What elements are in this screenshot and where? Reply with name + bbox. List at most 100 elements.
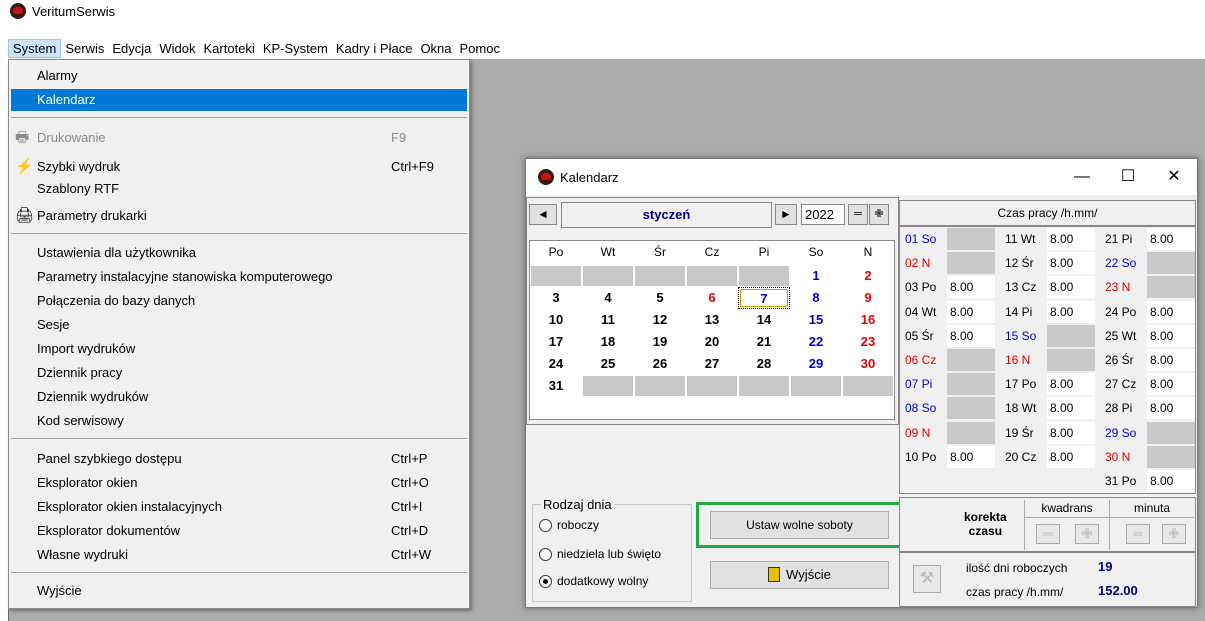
kwadrans-plus-button[interactable]: ✙ bbox=[1075, 524, 1099, 544]
menu-item-drukowanie[interactable]: 🖶 Drukowanie F9 bbox=[11, 127, 467, 149]
radio-niedziela[interactable]: niedziela lub święto bbox=[539, 547, 661, 561]
menu-item-eksplorator-dok[interactable]: Eksplorator dokumentów Ctrl+D bbox=[11, 520, 467, 542]
menu-okna[interactable]: Okna bbox=[416, 39, 455, 58]
czas-hours-cell[interactable]: 8.00 bbox=[1147, 228, 1195, 250]
day-cell[interactable]: 12 bbox=[634, 309, 686, 331]
menu-kartoteki[interactable]: Kartoteki bbox=[200, 39, 259, 58]
czas-hours-cell[interactable]: 8.00 bbox=[1147, 470, 1195, 492]
day-cell[interactable]: 4 bbox=[582, 287, 634, 309]
menu-item-param-inst[interactable]: Parametry instalacyjne stanowiska komput… bbox=[11, 266, 467, 288]
day-cell[interactable]: 15 bbox=[790, 309, 842, 331]
czas-hours-cell[interactable] bbox=[947, 349, 995, 371]
czas-hours-cell[interactable]: 8.00 bbox=[1147, 349, 1195, 371]
day-cell[interactable]: 6 bbox=[686, 287, 738, 309]
czas-hours-cell[interactable]: 8.00 bbox=[1047, 228, 1095, 250]
radio-roboczy[interactable]: roboczy bbox=[539, 518, 599, 532]
menu-system[interactable]: System bbox=[8, 38, 62, 58]
menu-item-wlasne[interactable]: Własne wydruki Ctrl+W bbox=[11, 544, 467, 566]
menu-item-kalendarz[interactable]: Kalendarz bbox=[11, 89, 467, 111]
ustaw-wolne-soboty-button[interactable]: Ustaw wolne soboty bbox=[710, 511, 889, 539]
menu-item-polaczenia[interactable]: Połączenia do bazy danych bbox=[11, 290, 467, 312]
czas-hours-cell[interactable] bbox=[1147, 421, 1195, 444]
czas-hours-cell[interactable] bbox=[1047, 349, 1095, 371]
day-cell[interactable]: 9 bbox=[842, 287, 894, 309]
czas-hours-cell[interactable] bbox=[1047, 324, 1095, 347]
menu-widok[interactable]: Widok bbox=[155, 39, 199, 58]
day-cell[interactable]: 20 bbox=[686, 331, 738, 353]
year-plus-button[interactable]: ✙ bbox=[869, 204, 889, 225]
czas-hours-cell[interactable]: 8.00 bbox=[1047, 421, 1095, 444]
day-cell[interactable]: 25 bbox=[582, 353, 634, 375]
day-cell[interactable]: 14 bbox=[738, 309, 790, 331]
czas-hours-cell[interactable]: 8.00 bbox=[1147, 397, 1195, 420]
czas-hours-cell[interactable]: 8.00 bbox=[1047, 252, 1095, 275]
day-cell[interactable]: 31 bbox=[530, 375, 582, 397]
czas-hours-cell[interactable] bbox=[947, 421, 995, 444]
year-field[interactable]: 2022 bbox=[801, 204, 845, 225]
day-cell[interactable]: 18 bbox=[582, 331, 634, 353]
day-cell[interactable]: 26 bbox=[634, 353, 686, 375]
czas-hours-cell[interactable]: 8.00 bbox=[1147, 373, 1195, 396]
czas-hours-cell[interactable]: 8.00 bbox=[1047, 445, 1095, 468]
menu-kp-system[interactable]: KP-System bbox=[259, 39, 332, 58]
czas-hours-cell[interactable] bbox=[947, 252, 995, 275]
day-cell[interactable]: 30 bbox=[842, 353, 894, 375]
menu-pomoc[interactable]: Pomoc bbox=[456, 39, 504, 58]
menu-item-panel[interactable]: Panel szybkiego dostępu Ctrl+P bbox=[11, 448, 467, 470]
day-cell[interactable]: 3 bbox=[530, 287, 582, 309]
menu-item-kod-serwisowy[interactable]: Kod serwisowy bbox=[11, 410, 467, 432]
czas-hours-cell[interactable]: 8.00 bbox=[947, 445, 995, 468]
czas-hours-cell[interactable]: 8.00 bbox=[1047, 276, 1095, 299]
kwadrans-minus-button[interactable]: ═ bbox=[1036, 524, 1060, 544]
menu-item-eksplorator-inst[interactable]: Eksplorator okien instalacyjnych Ctrl+I bbox=[11, 496, 467, 518]
menu-item-ustawienia[interactable]: Ustawienia dla użytkownika bbox=[11, 242, 467, 264]
czas-hours-cell[interactable] bbox=[947, 373, 995, 396]
maximize-button[interactable]: ☐ bbox=[1105, 159, 1151, 195]
menu-item-szablony-rtf[interactable]: Szablony RTF bbox=[11, 178, 467, 200]
czas-hours-cell[interactable] bbox=[947, 397, 995, 420]
year-minus-button[interactable]: ═ bbox=[848, 204, 868, 225]
prev-month-button[interactable]: ◄ bbox=[529, 204, 557, 225]
day-cell[interactable]: 2 bbox=[842, 265, 894, 287]
day-cell[interactable]: 21 bbox=[738, 331, 790, 353]
czas-hours-cell[interactable] bbox=[947, 228, 995, 250]
czas-hours-cell[interactable]: 8.00 bbox=[1047, 300, 1095, 323]
menu-item-sesje[interactable]: Sesje bbox=[11, 314, 467, 336]
menu-item-dziennik-pracy[interactable]: Dziennik pracy bbox=[11, 362, 467, 384]
czas-hours-cell[interactable]: 8.00 bbox=[947, 276, 995, 299]
menu-item-alarmy[interactable]: Alarmy bbox=[11, 65, 467, 87]
menu-kadry[interactable]: Kadry i Płace bbox=[332, 39, 417, 58]
minuta-minus-button[interactable]: ═ bbox=[1126, 524, 1150, 544]
czas-hours-cell[interactable]: 8.00 bbox=[1047, 373, 1095, 396]
czas-hours-cell[interactable]: 8.00 bbox=[1047, 397, 1095, 420]
czas-hours-cell[interactable]: 8.00 bbox=[1147, 300, 1195, 323]
minimize-button[interactable]: — bbox=[1059, 159, 1105, 195]
day-cell[interactable]: 19 bbox=[634, 331, 686, 353]
tools-icon[interactable]: ⚒ bbox=[913, 565, 941, 593]
radio-dodatkowy[interactable]: dodatkowy wolny bbox=[539, 574, 648, 588]
czas-hours-cell[interactable]: 8.00 bbox=[1147, 324, 1195, 347]
day-cell[interactable]: 1 bbox=[790, 265, 842, 287]
czas-hours-cell[interactable]: 8.00 bbox=[947, 324, 995, 347]
czas-hours-cell[interactable]: 8.00 bbox=[947, 300, 995, 323]
day-cell[interactable]: 29 bbox=[790, 353, 842, 375]
day-cell[interactable]: 23 bbox=[842, 331, 894, 353]
day-cell[interactable]: 27 bbox=[686, 353, 738, 375]
czas-hours-cell[interactable] bbox=[1147, 276, 1195, 299]
day-cell[interactable]: 17 bbox=[530, 331, 582, 353]
minuta-plus-button[interactable]: ✙ bbox=[1162, 524, 1186, 544]
menu-item-import[interactable]: Import wydruków bbox=[11, 338, 467, 360]
menu-item-wyjscie[interactable]: Wyjście bbox=[11, 580, 467, 602]
day-cell[interactable]: 11 bbox=[582, 309, 634, 331]
menu-item-parametry-drukarki[interactable]: 🖨 Parametry drukarki bbox=[11, 205, 467, 227]
day-cell[interactable]: 13 bbox=[686, 309, 738, 331]
day-cell[interactable]: 10 bbox=[530, 309, 582, 331]
czas-hours-cell[interactable] bbox=[1147, 252, 1195, 275]
menu-item-dziennik-wydrukow[interactable]: Dziennik wydruków bbox=[11, 386, 467, 408]
day-cell[interactable]: 22 bbox=[790, 331, 842, 353]
day-cell[interactable]: 16 bbox=[842, 309, 894, 331]
day-cell[interactable]: 24 bbox=[530, 353, 582, 375]
day-cell[interactable]: 5 bbox=[634, 287, 686, 309]
day-cell[interactable]: 7 bbox=[738, 287, 790, 309]
day-cell[interactable]: 28 bbox=[738, 353, 790, 375]
